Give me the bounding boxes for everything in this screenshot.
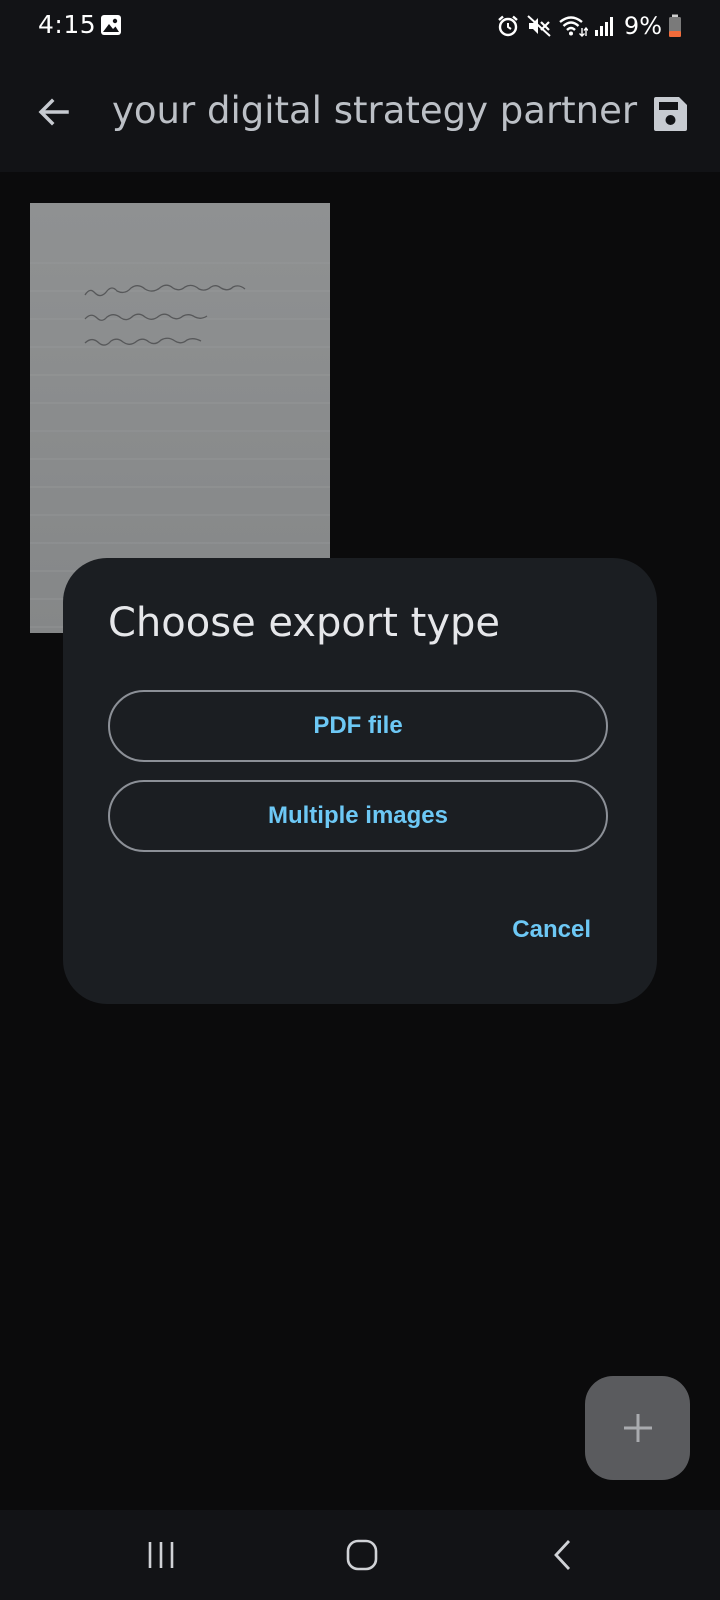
signal-icon (594, 17, 613, 36)
wifi-icon (559, 16, 588, 37)
save-icon (654, 97, 687, 131)
multiple-images-button[interactable]: Multiple images (108, 780, 608, 852)
nav-home-button[interactable] (332, 1530, 392, 1580)
status-icons: 9% (496, 10, 682, 42)
battery-percent: 9% (623, 12, 662, 40)
page-title: your digital strategy partner (112, 89, 638, 132)
back-button[interactable] (26, 84, 82, 140)
gallery-icon (101, 15, 121, 35)
back-icon (554, 1540, 571, 1570)
navigation-bar (0, 1510, 720, 1600)
app-bar: your digital strategy partner (0, 56, 720, 172)
status-time: 4:15 (38, 10, 97, 39)
home-icon (346, 1539, 378, 1571)
recents-icon (148, 1542, 174, 1568)
nav-recents-button[interactable] (131, 1530, 191, 1580)
mute-icon (527, 15, 551, 37)
save-button[interactable] (642, 86, 698, 142)
pdf-file-label: PDF file (313, 712, 403, 739)
status-bar: 4:15 9% (0, 0, 720, 56)
export-dialog: Choose export type PDF file Multiple ima… (63, 558, 657, 1004)
dialog-title: Choose export type (108, 600, 501, 646)
pdf-file-button[interactable]: PDF file (108, 690, 608, 762)
cancel-button[interactable]: Cancel (512, 916, 591, 944)
battery-icon (669, 14, 681, 37)
plus-icon (623, 1414, 652, 1442)
alarm-icon (498, 15, 518, 37)
add-page-button[interactable] (585, 1376, 690, 1480)
nav-back-button[interactable] (533, 1530, 593, 1580)
multiple-images-label: Multiple images (267, 802, 449, 829)
arrow-back-icon (38, 98, 69, 126)
screen: 4:15 9% your digital strategy partner Ch… (0, 0, 720, 1600)
